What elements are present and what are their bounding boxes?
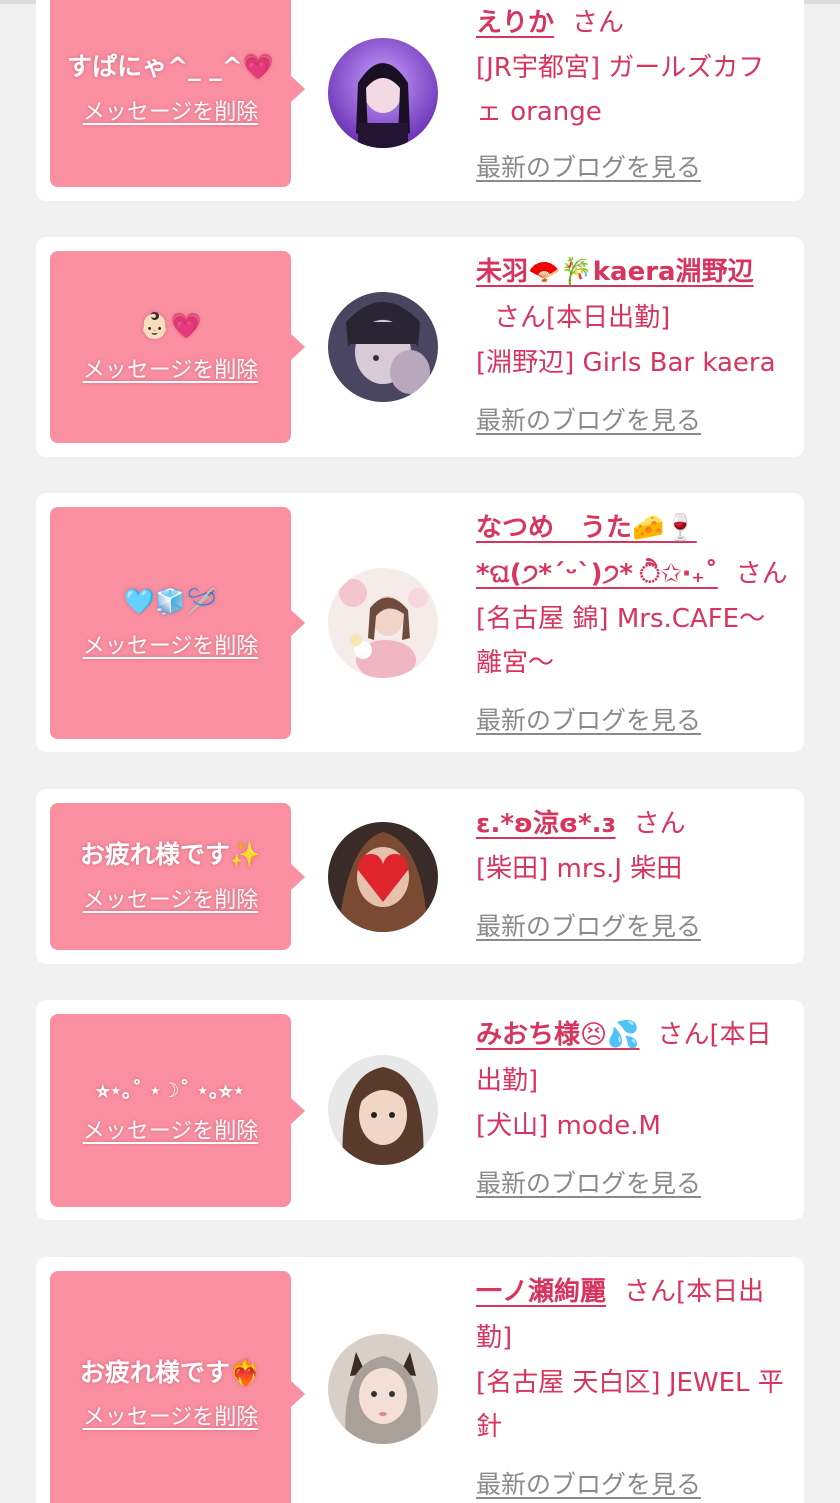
cast-name-link[interactable]: なつめ うた🧀🍷*ଘ(੭*ˊᵕˋ)੭* ੈ✩‧₊˚ bbox=[476, 513, 718, 589]
delete-message-link[interactable]: メッセージを削除 bbox=[83, 882, 259, 914]
avatar[interactable] bbox=[328, 1334, 438, 1444]
name-line: なつめ うた🧀🍷*ଘ(੭*ˊᵕˋ)੭* ੈ✩‧₊˚ さん bbox=[476, 505, 788, 597]
message-text: ⭐︎⋆｡˚ ⋆☽˚ ⋆｡⭐︎⋆ bbox=[96, 1077, 245, 1102]
message-card: ⭐︎⋆｡˚ ⋆☽˚ ⋆｡⭐︎⋆ メッセージを削除 みおち様😣💦 さん[本日出勤] … bbox=[36, 1000, 804, 1220]
entry-info: 一ノ瀬絢麗 さん[本日出勤] [名古屋 天白区] JEWEL 平針 最新のブログを… bbox=[476, 1269, 788, 1501]
message-bubble: お疲れ様です✨ メッセージを削除 bbox=[50, 803, 305, 950]
shop-name: [柴田] mrs.J 柴田 bbox=[476, 854, 683, 884]
name-line: ε.*ʚ涼ɞ*.ɜ さん bbox=[476, 801, 788, 847]
shop-name: [JR宇都宮] ガールズカフェ orange bbox=[476, 53, 765, 127]
honorific: さん bbox=[494, 303, 547, 333]
name-line: 一ノ瀬絢麗 さん[本日出勤] bbox=[476, 1269, 788, 1361]
delete-message-link[interactable]: メッセージを削除 bbox=[83, 1113, 259, 1145]
delete-message-link[interactable]: メッセージを削除 bbox=[83, 628, 259, 660]
avatar[interactable] bbox=[328, 1055, 438, 1165]
cast-name-link[interactable]: えりか bbox=[476, 8, 554, 38]
message-bubble: お疲れ様です❤️‍🔥 メッセージを削除 bbox=[50, 1271, 305, 1503]
cast-name-link[interactable]: 未羽🪭🎋kaera淵野辺 bbox=[476, 257, 754, 287]
message-card: お疲れ様です❤️‍🔥 メッセージを削除 一ノ瀬絢麗 さん[本日出勤] [名古屋 天… bbox=[36, 1257, 804, 1503]
message-card: すぱにゃ^_ _^💗 メッセージを削除 えりか さん [JR宇都宮] ガールズカフ… bbox=[36, 0, 804, 201]
shop-name: [名古屋 錦] Mrs.CAFE〜離宮〜 bbox=[476, 604, 766, 678]
status-suffix: [本日出勤] bbox=[546, 303, 671, 333]
message-bubble: 👶🏻💗 メッセージを削除 bbox=[50, 251, 305, 443]
message-text: 👶🏻💗 bbox=[139, 310, 202, 340]
latest-blog-link[interactable]: 最新のブログを見る bbox=[476, 401, 701, 437]
name-line: えりか さん bbox=[476, 0, 788, 46]
latest-blog-link[interactable]: 最新のブログを見る bbox=[476, 907, 701, 943]
latest-blog-link[interactable]: 最新のブログを見る bbox=[476, 1465, 701, 1501]
shop-name: [淵野辺] Girls Bar kaera bbox=[476, 348, 776, 378]
delete-message-link[interactable]: メッセージを削除 bbox=[83, 1399, 259, 1431]
delete-message-link[interactable]: メッセージを削除 bbox=[83, 352, 259, 384]
avatar[interactable] bbox=[328, 822, 438, 932]
message-text: お疲れ様です❤️‍🔥 bbox=[79, 1357, 262, 1387]
message-bubble: すぱにゃ^_ _^💗 メッセージを削除 bbox=[50, 0, 305, 187]
message-text: すぱにゃ^_ _^💗 bbox=[67, 52, 274, 82]
entry-info: なつめ うた🧀🍷*ଘ(੭*ˊᵕˋ)੭* ੈ✩‧₊˚ さん [名古屋 錦] Mrs.… bbox=[476, 505, 788, 737]
delete-message-link[interactable]: メッセージを削除 bbox=[83, 94, 259, 126]
message-text: 🩵🧊🪡 bbox=[123, 586, 218, 616]
entry-info: みおち様😣💦 さん[本日出勤] [犬山] mode.M 最新のブログを見る bbox=[476, 1012, 788, 1200]
name-line: みおち様😣💦 さん[本日出勤] bbox=[476, 1012, 788, 1104]
honorific: さん bbox=[572, 8, 625, 38]
message-bubble: 🩵🧊🪡 メッセージを削除 bbox=[50, 507, 305, 739]
message-text: お疲れ様です✨ bbox=[79, 840, 262, 870]
message-card: お疲れ様です✨ メッセージを削除 ε.*ʚ涼ɞ*.ɜ さん [柴田] mrs.J … bbox=[36, 789, 804, 964]
message-bubble: ⭐︎⋆｡˚ ⋆☽˚ ⋆｡⭐︎⋆ メッセージを削除 bbox=[50, 1014, 305, 1207]
avatar[interactable] bbox=[328, 568, 438, 678]
avatar[interactable] bbox=[328, 292, 438, 402]
cast-name-link[interactable]: みおち様😣💦 bbox=[476, 1020, 639, 1050]
shop-name: [名古屋 天白区] JEWEL 平針 bbox=[476, 1368, 784, 1442]
entry-info: ε.*ʚ涼ɞ*.ɜ さん [柴田] mrs.J 柴田 最新のブログを見る bbox=[476, 801, 788, 943]
latest-blog-link[interactable]: 最新のブログを見る bbox=[476, 1164, 701, 1200]
cast-name-link[interactable]: 一ノ瀬絢麗 bbox=[476, 1277, 606, 1307]
honorific: さん bbox=[735, 559, 788, 589]
honorific: さん bbox=[633, 809, 686, 839]
latest-blog-link[interactable]: 最新のブログを見る bbox=[476, 148, 701, 184]
honorific: さん bbox=[657, 1020, 710, 1050]
entry-info: えりか さん [JR宇都宮] ガールズカフェ orange 最新のブログを見る bbox=[476, 0, 788, 184]
message-card: 👶🏻💗 メッセージを削除 未羽🪭🎋kaera淵野辺さん[本日出勤] [淵野辺] … bbox=[36, 237, 804, 457]
name-line: 未羽🪭🎋kaera淵野辺さん[本日出勤] bbox=[476, 249, 788, 341]
shop-name: [犬山] mode.M bbox=[476, 1111, 661, 1141]
message-feed: すぱにゃ^_ _^💗 メッセージを削除 えりか さん [JR宇都宮] ガールズカフ… bbox=[0, 0, 840, 1503]
avatar[interactable] bbox=[328, 38, 438, 148]
latest-blog-link[interactable]: 最新のブログを見る bbox=[476, 701, 701, 737]
honorific: さん bbox=[624, 1277, 677, 1307]
entry-info: 未羽🪭🎋kaera淵野辺さん[本日出勤] [淵野辺] Girls Bar kae… bbox=[476, 249, 788, 437]
cast-name-link[interactable]: ε.*ʚ涼ɞ*.ɜ bbox=[476, 809, 616, 839]
message-card: 🩵🧊🪡 メッセージを削除 なつめ うた🧀🍷*ଘ(੭*ˊᵕˋ)੭* ੈ✩‧₊˚ さん… bbox=[36, 493, 804, 752]
